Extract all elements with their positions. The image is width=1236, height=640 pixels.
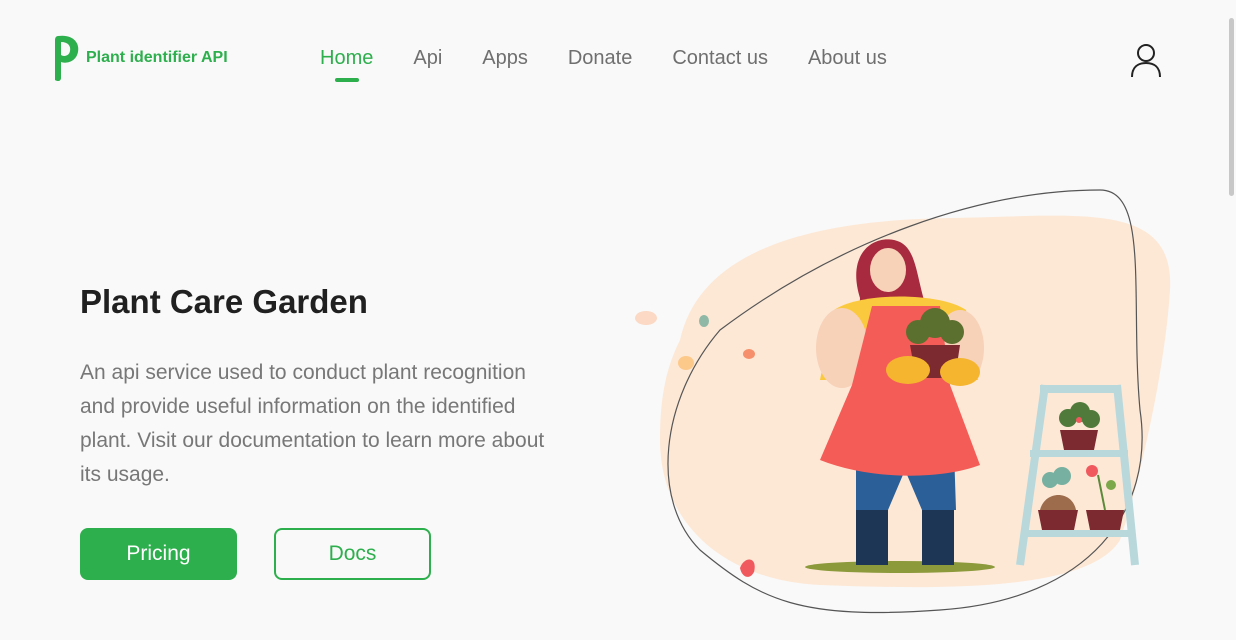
scrollbar[interactable] — [1229, 18, 1234, 196]
docs-button[interactable]: Docs — [274, 528, 431, 580]
hero-description: An api service used to conduct plant rec… — [80, 361, 545, 486]
nav-item-api[interactable]: Api — [413, 47, 442, 70]
nav-item-contact[interactable]: Contact us — [672, 47, 768, 70]
nav-item-donate[interactable]: Donate — [568, 47, 633, 70]
logo-mark-icon — [55, 35, 79, 82]
hero-title: Plant Care Garden — [80, 283, 368, 320]
landing-page: Plant identifier API Home Api Apps Donat… — [0, 0, 1236, 640]
nav-item-apps[interactable]: Apps — [482, 47, 528, 70]
gardener-illustration — [635, 189, 1171, 614]
brand-logo[interactable]: Plant identifier API — [50, 32, 228, 84]
nav-item-home[interactable]: Home — [320, 47, 373, 70]
pricing-button[interactable]: Pricing — [80, 528, 237, 580]
brand-name: Plant identifier API — [86, 49, 228, 66]
user-icon[interactable] — [1128, 42, 1164, 80]
main-nav: Home Api Apps Donate Contact us About us — [320, 47, 927, 70]
nav-item-about[interactable]: About us — [808, 47, 887, 70]
